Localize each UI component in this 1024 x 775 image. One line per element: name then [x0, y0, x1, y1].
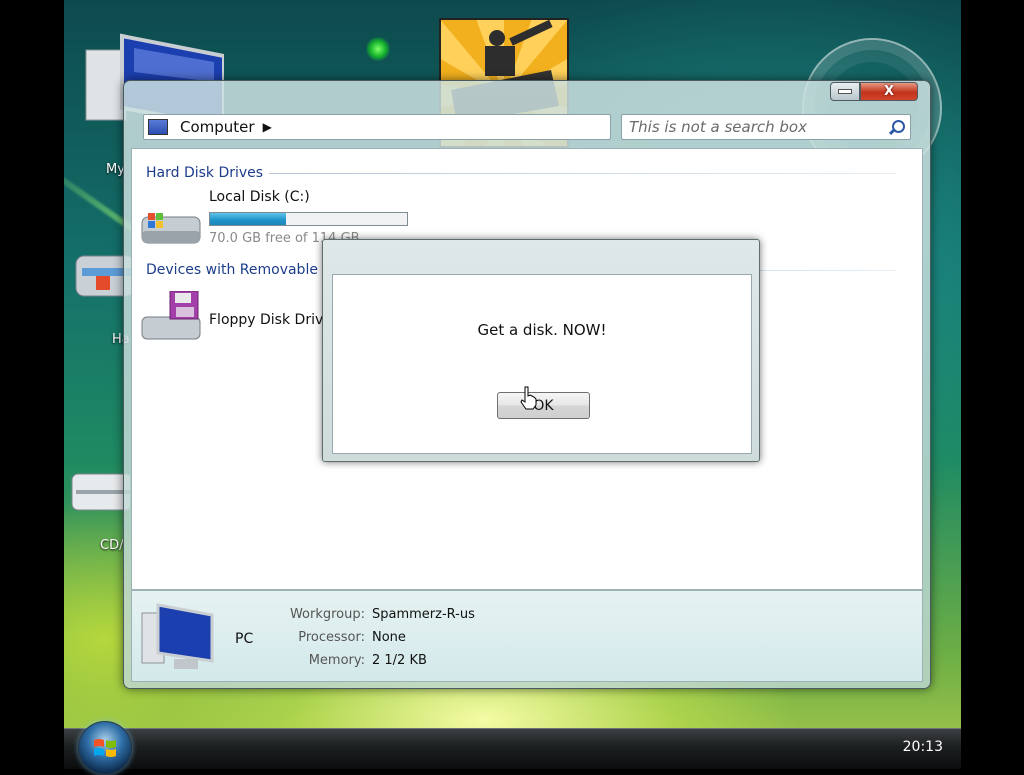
memory-label: Memory: [308, 653, 365, 668]
desktop-icon-label-cd-drive: CD/ [100, 538, 124, 553]
hand-cursor-icon [520, 386, 537, 410]
local-disk-icon [141, 213, 201, 244]
address-location[interactable]: Computer [180, 118, 255, 136]
taskbar: 20:13 [64, 721, 961, 775]
search-box[interactable] [621, 114, 911, 140]
start-button[interactable] [78, 721, 132, 775]
local-disk-name: Local Disk (C:) [209, 189, 310, 205]
green-glow-dot [366, 37, 390, 61]
floppy-disk-icon [141, 291, 201, 340]
breadcrumb-arrow-icon[interactable]: ▶ [263, 120, 272, 134]
processor-value: None [372, 630, 406, 645]
memory-value: 2 1/2 KB [372, 653, 427, 668]
workgroup-label: Workgroup: [289, 607, 365, 622]
group-divider [269, 172, 896, 174]
close-button[interactable]: X [860, 82, 918, 101]
group-header-hard-disk-drives[interactable]: Hard Disk Drives [146, 165, 896, 181]
disk-capacity-fill [210, 213, 287, 225]
message-dialog: Get a disk. NOW! OK [322, 239, 760, 462]
taskbar-clock[interactable]: 20:13 [903, 739, 943, 755]
disk-capacity-bar [209, 212, 408, 226]
workgroup-value: Spammerz-R-us [372, 607, 475, 622]
minimize-icon [838, 89, 852, 94]
dialog-body: Get a disk. NOW! OK [332, 274, 752, 454]
details-pane: PC Workgroup: Spammerz-R-us Processor: N… [131, 590, 923, 682]
ok-button[interactable]: OK [497, 392, 590, 419]
dialog-message: Get a disk. NOW! [477, 321, 607, 339]
close-icon: X [883, 84, 895, 99]
search-input[interactable] [627, 117, 888, 137]
search-icon[interactable] [888, 119, 905, 136]
detail-processor: Processor: None [252, 630, 406, 645]
computer-location-icon [148, 119, 168, 135]
detail-workgroup: Workgroup: Spammerz-R-us [252, 607, 475, 622]
pc-computer-icon [141, 603, 214, 669]
windows-flag-icon [94, 739, 116, 757]
address-bar[interactable]: Computer ▶ [143, 114, 611, 140]
detail-memory: Memory: 2 1/2 KB [252, 653, 427, 668]
cd-drive-icon [71, 473, 133, 511]
minimize-button[interactable] [830, 82, 860, 101]
pc-name: PC [235, 631, 254, 647]
processor-label: Processor: [298, 630, 365, 645]
group-title-hard-disk-drives: Hard Disk Drives [146, 165, 264, 181]
caption-buttons: X [830, 82, 918, 101]
cd-drive-desktop-icon[interactable] [70, 460, 133, 520]
